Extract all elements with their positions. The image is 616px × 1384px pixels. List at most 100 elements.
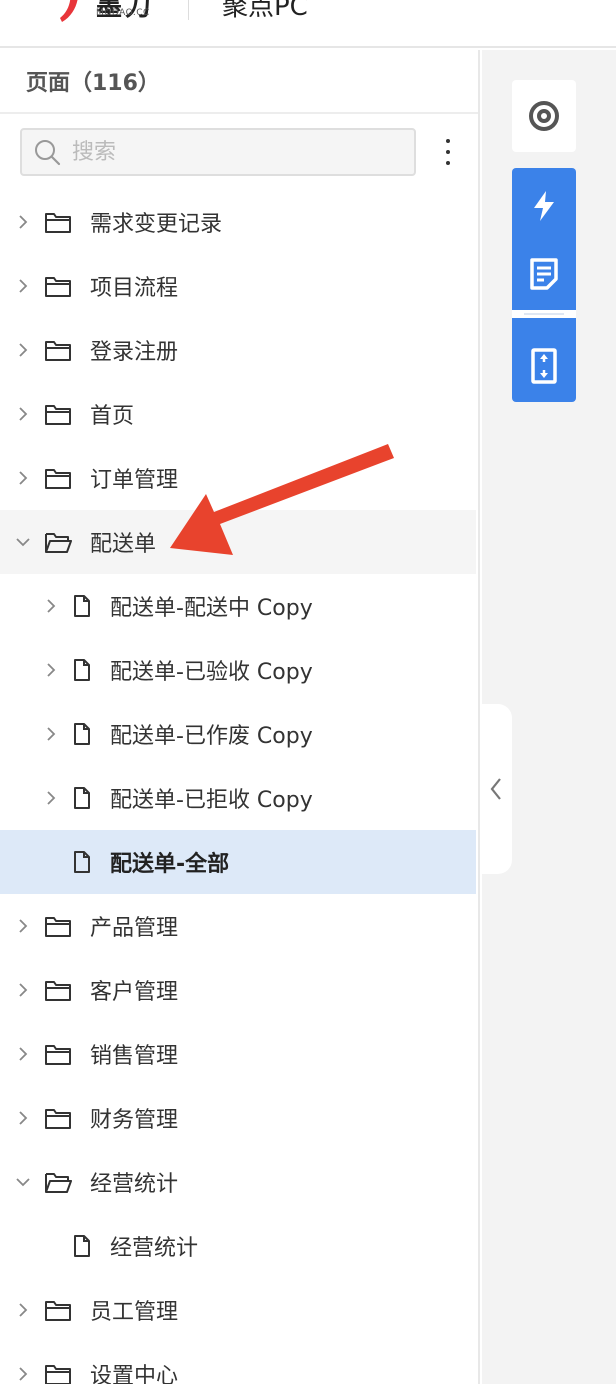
folder-icon <box>45 341 71 361</box>
expand-toggle[interactable] <box>16 407 30 421</box>
tree-page-item[interactable]: 配送单-全部 <box>0 830 476 894</box>
tree-item-label: 配送单 <box>90 532 157 557</box>
tree-folder-item[interactable]: 配送单 <box>0 510 476 574</box>
target-button[interactable] <box>512 80 576 152</box>
chevron-right-icon <box>19 983 28 997</box>
tree-folder-item[interactable]: 登录注册 <box>0 318 476 382</box>
search-input[interactable] <box>72 139 372 165</box>
chevron-right-icon <box>19 343 28 357</box>
folder-open-icon <box>45 1173 72 1193</box>
tree-item-label: 需求变更记录 <box>90 212 223 237</box>
tree-item-label: 员工管理 <box>90 1300 179 1325</box>
tree-folder-item[interactable]: 设置中心 <box>0 1342 476 1384</box>
expand-toggle[interactable] <box>16 1175 30 1189</box>
chevron-right-icon <box>19 279 28 293</box>
tool-separator <box>512 310 576 318</box>
expand-toggle[interactable] <box>44 663 58 677</box>
expand-toggle[interactable] <box>16 919 30 933</box>
target-icon <box>529 101 559 131</box>
tree-folder-item[interactable]: 客户管理 <box>0 958 476 1022</box>
page-icon <box>74 723 90 745</box>
tree-item-label: 项目流程 <box>90 276 179 301</box>
lightning-icon <box>534 191 554 221</box>
expand-toggle[interactable] <box>44 727 58 741</box>
search-box[interactable] <box>20 128 416 176</box>
search-row <box>0 114 478 190</box>
expand-toggle[interactable] <box>16 1111 30 1125</box>
tree-item-label: 销售管理 <box>90 1044 179 1069</box>
expand-toggle[interactable] <box>16 535 30 549</box>
expand-toggle[interactable] <box>44 599 58 613</box>
dot-icon <box>446 150 450 154</box>
expand-toggle[interactable] <box>16 279 30 293</box>
tree-page-item[interactable]: 配送单-已验收 Copy <box>0 638 476 702</box>
tree-folder-item[interactable]: 首页 <box>0 382 476 446</box>
chevron-right-icon <box>19 1111 28 1125</box>
folder-icon <box>45 917 71 937</box>
expand-toggle[interactable] <box>16 1303 30 1317</box>
tree-folder-item[interactable]: 产品管理 <box>0 894 476 958</box>
expand-toggle[interactable] <box>16 471 30 485</box>
chevron-right-icon <box>19 1367 28 1381</box>
tree-folder-item[interactable]: 员工管理 <box>0 1278 476 1342</box>
expand-toggle[interactable] <box>16 1047 30 1061</box>
chevron-right-icon <box>19 919 28 933</box>
notes-button[interactable] <box>512 244 576 304</box>
page-height-button[interactable] <box>512 336 576 396</box>
collapse-panel-button[interactable] <box>480 704 512 874</box>
page-icon <box>74 851 90 873</box>
interaction-button[interactable] <box>512 176 576 236</box>
chevron-right-icon <box>47 599 56 613</box>
logo-mark-icon <box>60 0 78 22</box>
chevron-right-icon <box>47 727 56 741</box>
tree-item-label: 配送单-已验收 Copy <box>110 660 313 685</box>
tree-item-label: 配送单-配送中 Copy <box>110 596 313 621</box>
more-options-button[interactable] <box>436 132 460 172</box>
tree-item-label: 设置中心 <box>90 1364 179 1384</box>
chevron-right-icon <box>19 1303 28 1317</box>
tree-item-label: 登录注册 <box>90 340 179 365</box>
tree-folder-item[interactable]: 销售管理 <box>0 1022 476 1086</box>
folder-icon <box>45 1045 71 1065</box>
tree-folder-item[interactable]: 需求变更记录 <box>0 190 476 254</box>
tree-item-label: 订单管理 <box>90 468 179 493</box>
chevron-right-icon <box>19 215 28 229</box>
folder-icon <box>45 213 71 233</box>
expand-toggle <box>44 1239 58 1253</box>
expand-toggle[interactable] <box>16 343 30 357</box>
logo-subtext: MODAO.CC <box>96 8 150 18</box>
page-icon <box>74 659 90 681</box>
folder-icon <box>45 981 71 1001</box>
dot-icon <box>446 161 450 165</box>
tree-item-label: 财务管理 <box>90 1108 179 1133</box>
expand-toggle[interactable] <box>44 791 58 805</box>
chevron-right-icon <box>47 791 56 805</box>
expand-toggle[interactable] <box>16 1367 30 1381</box>
chevron-right-icon <box>19 1047 28 1061</box>
tree-folder-item[interactable]: 经营统计 <box>0 1150 476 1214</box>
tree-item-label: 产品管理 <box>90 916 179 941</box>
expand-toggle[interactable] <box>16 215 30 229</box>
tree-page-item[interactable]: 配送单-已作废 Copy <box>0 702 476 766</box>
page-height-icon <box>531 348 557 384</box>
expand-toggle <box>44 855 58 869</box>
tree-folder-item[interactable]: 财务管理 <box>0 1086 476 1150</box>
expand-toggle[interactable] <box>16 983 30 997</box>
project-title[interactable]: 聚点PC <box>222 0 308 23</box>
tree-page-item[interactable]: 配送单-已拒收 Copy <box>0 766 476 830</box>
search-icon <box>35 140 61 166</box>
tree-item-label: 配送单-已作废 Copy <box>110 724 313 749</box>
pages-sidebar: 页面（116） 需求变更记录项目流程登录注册首页订单管理配送单配送单-配送中 C… <box>0 50 480 1384</box>
tree-folder-item[interactable]: 项目流程 <box>0 254 476 318</box>
chevron-right-icon <box>19 471 28 485</box>
document-icon <box>530 258 558 290</box>
tree-page-item[interactable]: 配送单-配送中 Copy <box>0 574 476 638</box>
tree-page-item[interactable]: 经营统计 <box>0 1214 476 1278</box>
tree-item-label: 配送单-已拒收 Copy <box>110 788 313 813</box>
tree-item-label: 经营统计 <box>90 1172 179 1197</box>
folder-open-icon <box>45 533 72 553</box>
chevron-left-icon <box>490 778 501 800</box>
header-divider <box>188 0 189 20</box>
tree-item-label: 客户管理 <box>90 980 179 1005</box>
tree-folder-item[interactable]: 订单管理 <box>0 446 476 510</box>
